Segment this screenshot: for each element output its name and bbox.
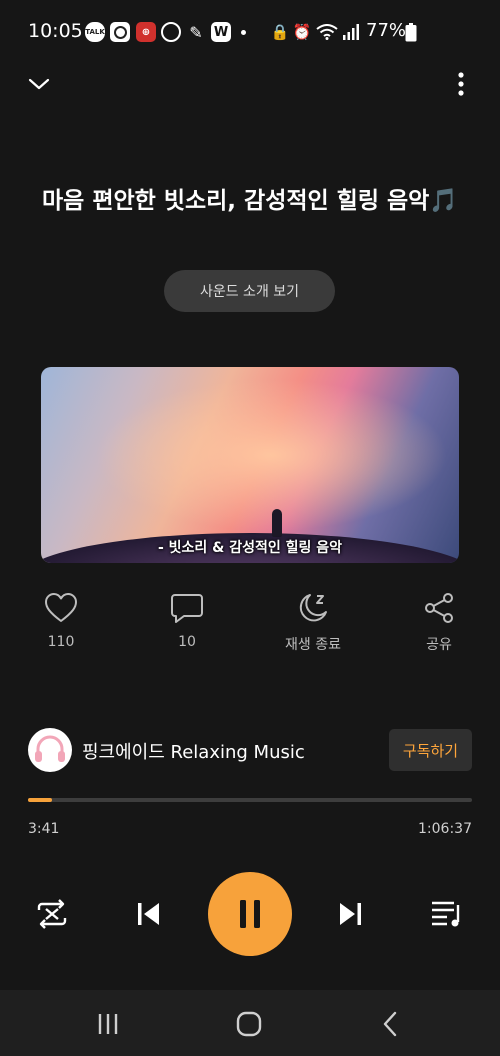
battery-icon	[405, 23, 417, 42]
album-artwork: - 빗소리 & 감성적인 힐링 음악	[41, 367, 459, 563]
channel-name[interactable]: 핑크에이드 Relaxing Music	[82, 738, 305, 764]
back-icon	[383, 1011, 397, 1037]
lock-battery-icon: 🔒	[270, 23, 290, 41]
current-time: 3:41	[28, 821, 60, 837]
status-bar: 10:05 TALK ⊕ ✎ W 🔒 ⏰ 77%	[0, 0, 500, 66]
like-button[interactable]: 110	[16, 592, 106, 650]
battery-percent: 77%	[366, 20, 407, 41]
brush-icon: ✎	[189, 22, 203, 42]
sleep-timer-icon	[299, 594, 327, 622]
artwork-figure	[272, 509, 282, 537]
skip-next-icon	[340, 903, 361, 925]
chevron-down-icon	[28, 78, 50, 90]
next-button[interactable]	[328, 894, 372, 934]
playlist-icon	[432, 901, 460, 927]
sleep-timer-label: 재생 종료	[285, 637, 341, 653]
sound-intro-button[interactable]: 사운드 소개 보기	[164, 270, 335, 312]
more-options-button[interactable]	[443, 66, 479, 102]
comment-icon	[171, 594, 203, 623]
comment-button[interactable]: 10	[142, 592, 232, 650]
app-red-icon: ⊕	[136, 22, 156, 42]
back-button[interactable]	[370, 1004, 410, 1044]
skip-previous-icon	[138, 903, 159, 925]
heart-icon	[45, 593, 77, 622]
sleep-timer-button[interactable]: 재생 종료	[268, 592, 358, 654]
pause-button[interactable]	[208, 872, 292, 956]
pause-icon	[240, 900, 260, 928]
artwork-caption: - 빗소리 & 감성적인 힐링 음악	[157, 540, 343, 556]
home-icon	[236, 1011, 262, 1037]
progress-fill	[28, 798, 53, 802]
track-title: 마음 편안한 빗소리, 감성적인 힐링 음악🎵	[42, 188, 458, 214]
signal-icon	[343, 24, 359, 40]
share-button[interactable]: 공유	[394, 592, 484, 654]
recent-apps-button[interactable]	[88, 1004, 128, 1044]
home-button[interactable]	[229, 1004, 269, 1044]
w-app-icon: W	[211, 22, 231, 42]
settings-ring-icon	[161, 22, 181, 42]
like-count: 110	[47, 634, 75, 650]
wifi-icon	[316, 24, 338, 40]
system-navigation-bar	[0, 990, 500, 1056]
progress-bar[interactable]	[28, 798, 472, 802]
playlist-button[interactable]	[425, 894, 469, 934]
share-icon	[425, 593, 453, 623]
headphones-logo-icon	[35, 735, 65, 762]
subscribe-button[interactable]: 구독하기	[389, 729, 472, 771]
share-label: 공유	[426, 637, 452, 653]
status-time: 10:05	[28, 20, 83, 42]
talk-icon: TALK	[85, 22, 105, 42]
channel-avatar[interactable]	[28, 728, 72, 772]
previous-button[interactable]	[127, 894, 171, 934]
repeat-shuffle-icon	[37, 899, 67, 929]
alarm-icon: ⏰	[292, 23, 312, 41]
recent-apps-icon	[98, 1014, 118, 1034]
more-vert-icon	[458, 72, 464, 96]
collapse-button[interactable]	[21, 66, 57, 102]
comment-count: 10	[178, 634, 196, 650]
repeat-button[interactable]	[30, 894, 74, 934]
dot-icon	[241, 30, 246, 35]
total-time: 1:06:37	[418, 821, 472, 837]
record-icon	[110, 22, 130, 42]
